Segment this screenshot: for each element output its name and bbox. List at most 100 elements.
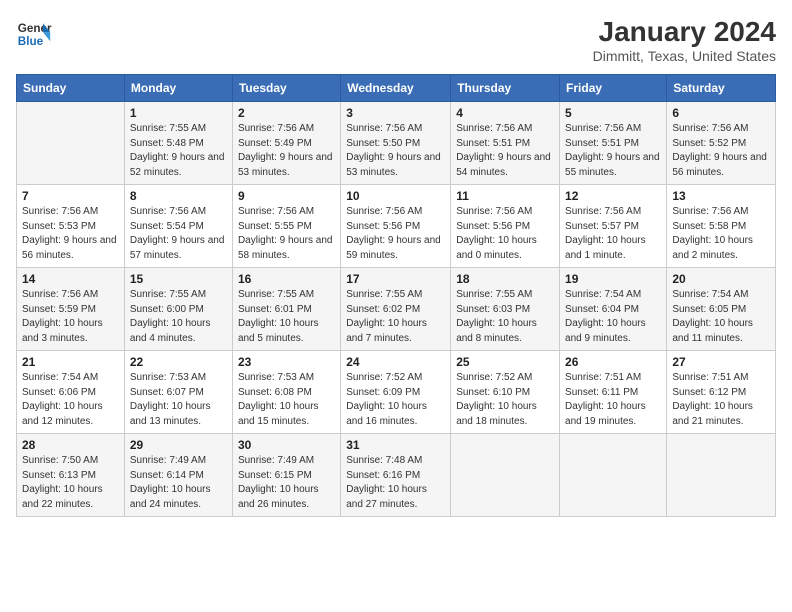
day-info: Sunrise: 7:55 AMSunset: 6:02 PMDaylight:…: [346, 288, 445, 346]
day-cell: 7 Sunrise: 7:56 AMSunset: 5:53 PMDaylight…: [17, 185, 125, 268]
week-row-3: 14Sunrise: 7:56 AMSunset: 5:59 PMDayligh…: [17, 268, 776, 351]
col-monday: Monday: [124, 75, 232, 102]
day-info: Sunrise: 7:55 AMSunset: 6:01 PMDaylight:…: [238, 288, 335, 346]
day-cell: 27 Sunrise: 7:51 AMSunset: 6:12 PMDayligh…: [667, 351, 776, 434]
month-title: January 2024: [593, 16, 776, 48]
day-info: Sunrise: 7:54 AMSunset: 6:06 PMDaylight:…: [22, 371, 119, 429]
location-title: Dimmitt, Texas, United States: [593, 48, 776, 64]
day-info: Sunrise: 7:56 AMSunset: 5:52 PMDaylight:…: [672, 122, 770, 180]
day-number: 1: [130, 106, 227, 120]
day-cell: 31 Sunrise: 7:48 AMSunset: 6:16 PMDayligh…: [341, 434, 451, 517]
day-info: Sunrise: 7:56 AMSunset: 5:56 PMDaylight:…: [456, 205, 554, 263]
day-number: 30: [238, 438, 335, 452]
day-cell: 23 Sunrise: 7:53 AMSunset: 6:08 PMDayligh…: [232, 351, 340, 434]
day-number: 26: [565, 355, 661, 369]
day-number: 20: [672, 272, 770, 286]
day-info: Sunrise: 7:56 AMSunset: 5:54 PMDaylight:…: [130, 205, 227, 263]
day-cell: 21 Sunrise: 7:54 AMSunset: 6:06 PMDayligh…: [17, 351, 125, 434]
day-info: Sunrise: 7:56 AMSunset: 5:49 PMDaylight:…: [238, 122, 335, 180]
day-info: Sunrise: 7:53 AMSunset: 6:08 PMDaylight:…: [238, 371, 335, 429]
day-info: Sunrise: 7:48 AMSunset: 6:16 PMDaylight:…: [346, 454, 445, 512]
day-info: Sunrise: 7:50 AMSunset: 6:13 PMDaylight:…: [22, 454, 119, 512]
day-cell: 5Sunrise: 7:56 AMSunset: 5:51 PMDaylight…: [560, 102, 667, 185]
logo: General Blue: [16, 16, 52, 52]
day-info: Sunrise: 7:51 AMSunset: 6:11 PMDaylight:…: [565, 371, 661, 429]
day-cell: 26 Sunrise: 7:51 AMSunset: 6:11 PMDayligh…: [560, 351, 667, 434]
day-cell: 16 Sunrise: 7:55 AMSunset: 6:01 PMDayligh…: [232, 268, 340, 351]
day-number: 13: [672, 189, 770, 203]
title-area: January 2024 Dimmitt, Texas, United Stat…: [593, 16, 776, 64]
logo-icon: General Blue: [16, 16, 52, 52]
day-cell: 2Sunrise: 7:56 AMSunset: 5:49 PMDaylight…: [232, 102, 340, 185]
day-number: 10: [346, 189, 445, 203]
day-number: 12: [565, 189, 661, 203]
day-number: 16: [238, 272, 335, 286]
day-cell: [560, 434, 667, 517]
header-row: Sunday Monday Tuesday Wednesday Thursday…: [17, 75, 776, 102]
day-info: Sunrise: 7:56 AMSunset: 5:53 PMDaylight:…: [22, 205, 119, 263]
col-tuesday: Tuesday: [232, 75, 340, 102]
col-sunday: Sunday: [17, 75, 125, 102]
day-info: Sunrise: 7:49 AMSunset: 6:15 PMDaylight:…: [238, 454, 335, 512]
day-number: 27: [672, 355, 770, 369]
day-info: Sunrise: 7:49 AMSunset: 6:14 PMDaylight:…: [130, 454, 227, 512]
day-cell: 10 Sunrise: 7:56 AMSunset: 5:56 PMDayligh…: [341, 185, 451, 268]
col-friday: Friday: [560, 75, 667, 102]
day-info: Sunrise: 7:52 AMSunset: 6:09 PMDaylight:…: [346, 371, 445, 429]
day-number: 23: [238, 355, 335, 369]
day-number: 25: [456, 355, 554, 369]
calendar-header: Sunday Monday Tuesday Wednesday Thursday…: [17, 75, 776, 102]
day-cell: 17Sunrise: 7:55 AMSunset: 6:02 PMDayligh…: [341, 268, 451, 351]
day-info: Sunrise: 7:51 AMSunset: 6:12 PMDaylight:…: [672, 371, 770, 429]
day-info: Sunrise: 7:52 AMSunset: 6:10 PMDaylight:…: [456, 371, 554, 429]
day-info: Sunrise: 7:56 AMSunset: 5:51 PMDaylight:…: [456, 122, 554, 180]
day-info: Sunrise: 7:54 AMSunset: 6:04 PMDaylight:…: [565, 288, 661, 346]
day-number: 4: [456, 106, 554, 120]
day-info: Sunrise: 7:56 AMSunset: 5:55 PMDaylight:…: [238, 205, 335, 263]
day-cell: [451, 434, 560, 517]
day-info: Sunrise: 7:56 AMSunset: 5:51 PMDaylight:…: [565, 122, 661, 180]
calendar-body: 1 Sunrise: 7:55 AMSunset: 5:48 PMDaylight…: [17, 102, 776, 517]
day-number: 7: [22, 189, 119, 203]
week-row-2: 7 Sunrise: 7:56 AMSunset: 5:53 PMDaylight…: [17, 185, 776, 268]
svg-text:Blue: Blue: [18, 35, 44, 48]
day-cell: 22 Sunrise: 7:53 AMSunset: 6:07 PMDayligh…: [124, 351, 232, 434]
day-info: Sunrise: 7:53 AMSunset: 6:07 PMDaylight:…: [130, 371, 227, 429]
day-number: 18: [456, 272, 554, 286]
week-row-4: 21 Sunrise: 7:54 AMSunset: 6:06 PMDayligh…: [17, 351, 776, 434]
day-cell: 25 Sunrise: 7:52 AMSunset: 6:10 PMDayligh…: [451, 351, 560, 434]
day-cell: 13 Sunrise: 7:56 AMSunset: 5:58 PMDayligh…: [667, 185, 776, 268]
day-number: 21: [22, 355, 119, 369]
page-header: General Blue January 2024 Dimmitt, Texas…: [16, 16, 776, 64]
day-info: Sunrise: 7:56 AMSunset: 5:50 PMDaylight:…: [346, 122, 445, 180]
calendar-table: Sunday Monday Tuesday Wednesday Thursday…: [16, 74, 776, 517]
day-cell: 15Sunrise: 7:55 AMSunset: 6:00 PMDayligh…: [124, 268, 232, 351]
day-number: 15: [130, 272, 227, 286]
day-cell: 9 Sunrise: 7:56 AMSunset: 5:55 PMDaylight…: [232, 185, 340, 268]
day-number: 8: [130, 189, 227, 203]
day-cell: 6 Sunrise: 7:56 AMSunset: 5:52 PMDaylight…: [667, 102, 776, 185]
day-cell: 4 Sunrise: 7:56 AMSunset: 5:51 PMDaylight…: [451, 102, 560, 185]
day-number: 11: [456, 189, 554, 203]
day-number: 24: [346, 355, 445, 369]
day-cell: 28 Sunrise: 7:50 AMSunset: 6:13 PMDayligh…: [17, 434, 125, 517]
day-cell: 30 Sunrise: 7:49 AMSunset: 6:15 PMDayligh…: [232, 434, 340, 517]
day-number: 6: [672, 106, 770, 120]
day-info: Sunrise: 7:56 AMSunset: 5:56 PMDaylight:…: [346, 205, 445, 263]
day-info: Sunrise: 7:56 AMSunset: 5:58 PMDaylight:…: [672, 205, 770, 263]
day-number: 22: [130, 355, 227, 369]
col-thursday: Thursday: [451, 75, 560, 102]
day-cell: [17, 102, 125, 185]
day-number: 28: [22, 438, 119, 452]
day-cell: 29 Sunrise: 7:49 AMSunset: 6:14 PMDayligh…: [124, 434, 232, 517]
day-number: 29: [130, 438, 227, 452]
col-wednesday: Wednesday: [341, 75, 451, 102]
day-cell: 1 Sunrise: 7:55 AMSunset: 5:48 PMDaylight…: [124, 102, 232, 185]
day-info: Sunrise: 7:55 AMSunset: 5:48 PMDaylight:…: [130, 122, 227, 180]
day-number: 9: [238, 189, 335, 203]
day-cell: 8 Sunrise: 7:56 AMSunset: 5:54 PMDaylight…: [124, 185, 232, 268]
day-info: Sunrise: 7:56 AMSunset: 5:59 PMDaylight:…: [22, 288, 119, 346]
day-cell: [667, 434, 776, 517]
day-info: Sunrise: 7:54 AMSunset: 6:05 PMDaylight:…: [672, 288, 770, 346]
day-number: 31: [346, 438, 445, 452]
